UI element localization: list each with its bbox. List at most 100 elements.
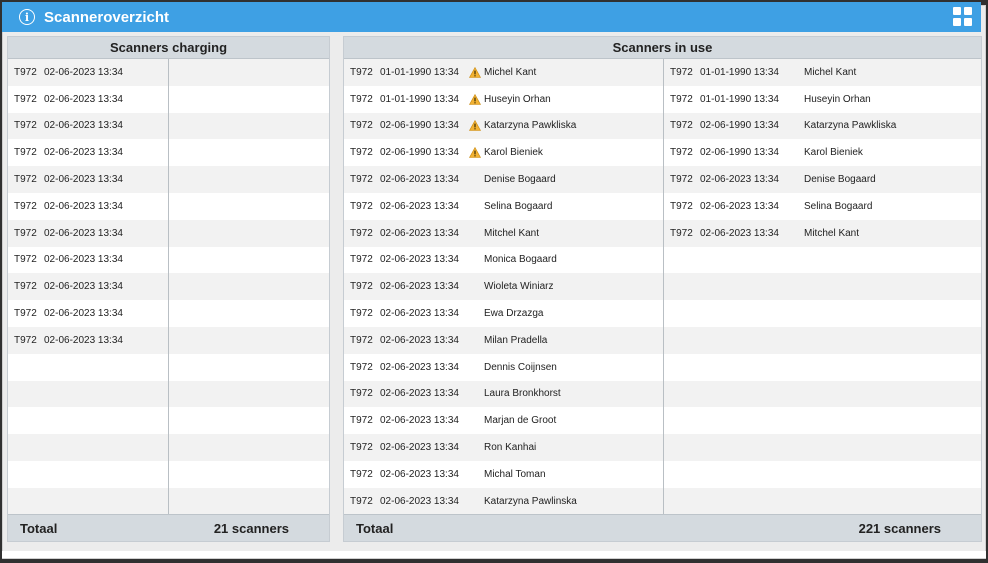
scanner-user: Monica Bogaard (484, 254, 557, 266)
scanner-user: Selina Bogaard (484, 200, 553, 212)
table-row[interactable]: T972 01-01-1990 13:34 Huseyin Orhan (664, 86, 981, 113)
empty-row (664, 273, 981, 301)
scanner-user: Denise Bogaard (484, 174, 556, 186)
table-row[interactable]: T972 01-01-1990 13:34 Huseyin Orhan (344, 86, 663, 113)
empty-row (169, 86, 329, 113)
table-row[interactable]: T972 02-06-2023 13:34 (8, 300, 168, 327)
table-row[interactable]: T972 01-01-1990 13:34 Michel Kant (664, 59, 981, 86)
grid-menu-icon[interactable] (953, 7, 972, 26)
table-row[interactable]: T972 02-06-1990 13:34 Katarzyna Pawkliska (344, 112, 663, 140)
empty-row (664, 354, 981, 381)
scanner-user: Katarzyna Pawkliska (804, 120, 897, 132)
scanner-date: 02-06-2023 13:34 (44, 200, 123, 212)
scanner-id: T972 (670, 120, 693, 132)
scanner-id: T972 (14, 254, 37, 266)
table-row[interactable]: T972 02-06-2023 13:34 Selina Bogaard (344, 193, 663, 220)
table-row[interactable]: T972 02-06-2023 13:34 Michal Toman (344, 461, 663, 488)
charging-list: T972 02-06-2023 13:34 T972 02-06-2023 13:34… (8, 59, 329, 515)
table-row[interactable]: T972 02-06-2023 13:34 Marjan de Groot (344, 407, 663, 434)
table-row[interactable]: T972 02-06-2023 13:34 Wioleta Winiarz (344, 273, 663, 301)
table-row[interactable]: T972 02-06-2023 13:34 Ron Kanhai (344, 434, 663, 461)
table-row[interactable]: T972 02-06-1990 13:34 Karol Bieniek (664, 139, 981, 166)
empty-row (169, 461, 329, 488)
table-row[interactable]: T972 02-06-2023 13:34 (8, 247, 168, 274)
table-row[interactable]: T972 02-06-2023 13:34 (8, 59, 168, 86)
table-row[interactable]: T972 02-06-2023 13:34 (8, 219, 168, 247)
scanner-id: T972 (350, 147, 373, 159)
scanner-date: 02-06-2023 13:34 (44, 227, 123, 239)
table-row[interactable]: T972 02-06-2023 13:34 (8, 273, 168, 301)
table-row[interactable]: T972 02-06-2023 13:34 (8, 193, 168, 220)
table-row[interactable]: T972 02-06-2023 13:34 Mitchel Kant (344, 219, 663, 247)
empty-row (664, 407, 981, 434)
scanner-user: Michel Kant (804, 66, 857, 78)
title-bar: i Scanneroverzicht (2, 2, 981, 32)
scanner-user: Karol Bieniek (804, 147, 863, 159)
table-row[interactable]: T972 02-06-2023 13:34 (8, 112, 168, 140)
scanner-id: T972 (14, 308, 37, 320)
scanner-user: Laura Bronkhorst (484, 388, 561, 400)
scanner-date: 01-01-1990 13:34 (380, 66, 459, 78)
scanner-id: T972 (350, 415, 373, 427)
empty-row (169, 380, 329, 408)
scanner-date: 02-06-2023 13:34 (380, 415, 459, 427)
scanner-date: 02-06-1990 13:34 (380, 147, 459, 159)
scanner-id: T972 (14, 66, 37, 78)
empty-row (169, 247, 329, 274)
table-row[interactable]: T972 02-06-2023 13:34 (8, 139, 168, 166)
empty-row (8, 354, 168, 381)
bottom-strip (2, 551, 986, 558)
scanner-date: 02-06-2023 13:34 (44, 66, 123, 78)
empty-row (664, 300, 981, 327)
table-row[interactable]: T972 02-06-2023 13:34 (8, 326, 168, 354)
scanner-date: 02-06-2023 13:34 (700, 227, 779, 239)
scanner-id: T972 (350, 254, 373, 266)
scanner-user: Milan Pradella (484, 334, 548, 346)
empty-row (169, 300, 329, 327)
scanner-id: T972 (14, 93, 37, 105)
scanner-id: T972 (670, 93, 693, 105)
scanner-user: Michel Kant (484, 66, 537, 78)
scanner-user: Huseyin Orhan (804, 93, 871, 105)
scanner-id: T972 (14, 120, 37, 132)
scanner-date: 02-06-2023 13:34 (380, 227, 459, 239)
in-use-total-count: 221 scanners (858, 520, 941, 536)
scanner-id: T972 (350, 174, 373, 186)
scanner-id: T972 (14, 200, 37, 212)
scanner-id: T972 (14, 334, 37, 346)
table-row[interactable]: T972 02-06-2023 13:34 Milan Pradella (344, 326, 663, 354)
table-row[interactable]: T972 02-06-2023 13:34 (8, 166, 168, 193)
scanner-id: T972 (670, 174, 693, 186)
scanner-id: T972 (350, 120, 373, 132)
scanner-user: Michal Toman (484, 468, 546, 480)
scanner-date: 02-06-2023 13:34 (44, 93, 123, 105)
table-row[interactable]: T972 01-01-1990 13:34 Michel Kant (344, 59, 663, 86)
table-row[interactable]: T972 02-06-2023 13:34 (8, 86, 168, 113)
table-row[interactable]: T972 02-06-2023 13:34 Katarzyna Pawlinska (344, 487, 663, 515)
table-row[interactable]: T972 02-06-2023 13:34 Selina Bogaard (664, 193, 981, 220)
table-row[interactable]: T972 02-06-2023 13:34 Ewa Drzazga (344, 300, 663, 327)
table-row[interactable]: T972 02-06-2023 13:34 Denise Bogaard (664, 166, 981, 193)
table-row[interactable]: T972 02-06-2023 13:34 Mitchel Kant (664, 219, 981, 247)
scanner-user: Karol Bieniek (484, 147, 543, 159)
table-row[interactable]: T972 02-06-1990 13:34 Katarzyna Pawkliska (664, 112, 981, 140)
scanner-user: Huseyin Orhan (484, 93, 551, 105)
scanner-date: 02-06-2023 13:34 (44, 334, 123, 346)
table-row[interactable]: T972 02-06-2023 13:34 Monica Bogaard (344, 247, 663, 274)
scanner-user: Katarzyna Pawkliska (484, 120, 577, 132)
scanner-id: T972 (14, 227, 37, 239)
info-icon[interactable]: i (19, 9, 35, 25)
scanner-date: 02-06-2023 13:34 (44, 120, 123, 132)
scanner-date: 02-06-2023 13:34 (380, 334, 459, 346)
scanner-date: 02-06-1990 13:34 (380, 120, 459, 132)
scanner-id: T972 (350, 281, 373, 293)
table-row[interactable]: T972 02-06-1990 13:34 Karol Bieniek (344, 139, 663, 166)
empty-row (8, 407, 168, 434)
empty-row (664, 487, 981, 515)
scanner-date: 02-06-2023 13:34 (44, 254, 123, 266)
table-row[interactable]: T972 02-06-2023 13:34 Laura Bronkhorst (344, 380, 663, 408)
table-row[interactable]: T972 02-06-2023 13:34 Denise Bogaard (344, 166, 663, 193)
scanner-id: T972 (350, 361, 373, 373)
table-row[interactable]: T972 02-06-2023 13:34 Dennis Coijnsen (344, 354, 663, 381)
scanner-id: T972 (350, 308, 373, 320)
